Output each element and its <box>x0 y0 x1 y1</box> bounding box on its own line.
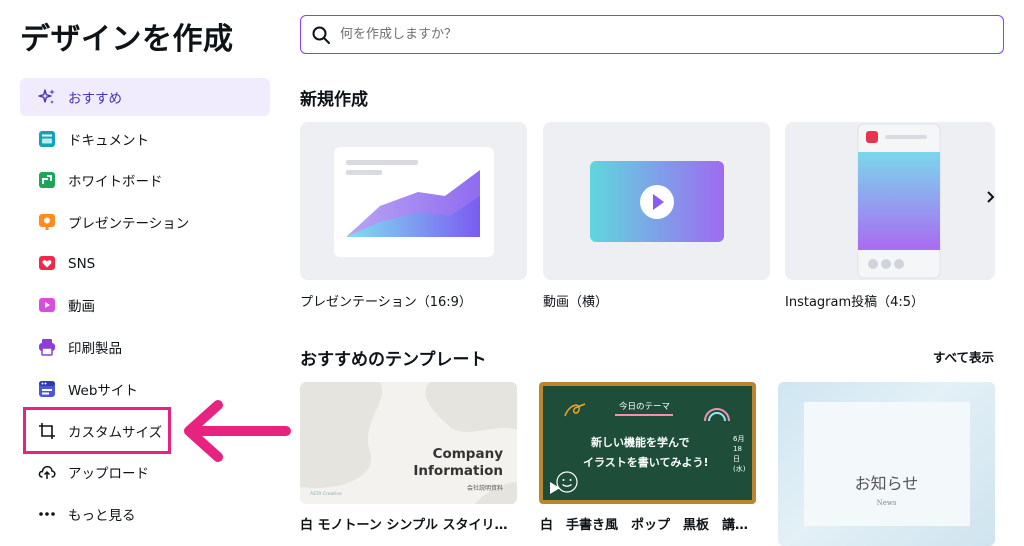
template-label: 白 モノトーン シンプル スタイリ… <box>300 518 508 533</box>
new-presentation-card[interactable] <box>300 122 527 280</box>
whiteboard-icon <box>38 171 56 189</box>
swirl-arrow-icon <box>564 403 586 417</box>
section-title-templates: おすすめのテンプレート <box>300 350 487 370</box>
template-notice-sub: News <box>876 499 897 507</box>
chevron-right-icon <box>987 191 995 203</box>
upload-cloud-icon <box>38 463 56 481</box>
template-card-company[interactable]: Company Information 会社説明資料 ASTA Creative <box>300 382 517 504</box>
sidebar-item-label: 動画 <box>68 299 95 316</box>
template-card-notice[interactable]: お知らせ News <box>778 382 995 546</box>
new-video-card[interactable] <box>543 122 770 280</box>
card-label: Instagram投稿（4:5） <box>785 295 925 310</box>
instagram-thumbnail <box>857 123 941 279</box>
search-bar[interactable] <box>300 15 1004 54</box>
sidebar-item-whiteboard[interactable]: ホワイトボード <box>20 161 270 199</box>
see-all-link[interactable]: すべて表示 <box>933 347 994 366</box>
template-topic: 今日のテーマ <box>619 402 671 412</box>
section-title-new: 新規作成 <box>300 90 368 110</box>
template-heading-line2: Information <box>413 463 503 479</box>
rainbow-icon <box>704 408 730 422</box>
template-line1: 新しい機能を学んで <box>591 436 690 449</box>
pointer-arrow-icon <box>184 400 291 462</box>
sidebar-item-label: アップロード <box>68 466 149 483</box>
sidebar-item-docs[interactable]: ドキュメント <box>20 120 270 158</box>
template-label: 白 手書き風 ポップ 黒板 講… <box>540 518 749 533</box>
template-date: 6月18日(水) <box>733 435 746 473</box>
play-icon <box>550 482 560 494</box>
carousel-next-button[interactable] <box>980 186 1002 208</box>
sidebar-item-label: もっと見る <box>68 507 136 524</box>
printer-icon <box>38 338 56 356</box>
website-icon <box>38 380 56 398</box>
sidebar-item-label: ホワイトボード <box>68 174 163 191</box>
sidebar-item-print[interactable]: 印刷製品 <box>20 328 270 366</box>
sidebar-item-label: おすすめ <box>68 91 122 107</box>
sidebar-item-recommended[interactable]: おすすめ <box>20 78 270 116</box>
sidebar-item-label: ドキュメント <box>68 132 149 149</box>
template-card-chalkboard[interactable]: 今日のテーマ 新しい機能を学んで イラストを書いてみよう! 6月18日(水) <box>539 382 756 504</box>
template-heading-line1: Company <box>432 446 503 462</box>
video-icon <box>38 296 56 314</box>
sparkles-icon <box>38 88 56 106</box>
card-label: 動画（横） <box>543 295 609 310</box>
custom-size-highlight <box>23 407 171 454</box>
sidebar-item-label: 印刷製品 <box>68 341 122 358</box>
presentation-thumbnail <box>334 147 494 257</box>
sidebar-item-label: SNS <box>68 255 96 272</box>
more-dots-icon <box>38 505 56 523</box>
sidebar-item-presentation[interactable]: プレゼンテーション <box>20 203 270 241</box>
new-instagram-card[interactable] <box>785 122 995 280</box>
template-line2: イラストを書いてみよう! <box>583 456 709 469</box>
page-title: デザインを作成 <box>20 22 234 57</box>
sidebar: おすすめ ドキュメント ホワイトボード プレゼンテーション SNS 動画 印刷製… <box>20 78 270 537</box>
sidebar-item-label: プレゼンテーション <box>68 216 190 233</box>
card-label: プレゼンテーション（16:9） <box>300 295 472 310</box>
sidebar-item-more[interactable]: もっと見る <box>20 495 270 533</box>
search-icon <box>312 26 330 44</box>
template-subtitle: 会社説明資料 <box>466 485 503 492</box>
sidebar-item-video[interactable]: 動画 <box>20 286 270 324</box>
sidebar-item-label: Webサイト <box>68 382 138 399</box>
document-icon <box>38 130 56 148</box>
presentation-icon <box>38 213 56 231</box>
template-notice-heading: お知らせ <box>854 474 919 493</box>
video-thumbnail <box>590 161 724 242</box>
search-input[interactable] <box>340 27 980 42</box>
template-brand: ASTA Creative <box>310 492 342 497</box>
sidebar-item-sns[interactable]: SNS <box>20 245 270 283</box>
heart-icon <box>38 255 56 273</box>
